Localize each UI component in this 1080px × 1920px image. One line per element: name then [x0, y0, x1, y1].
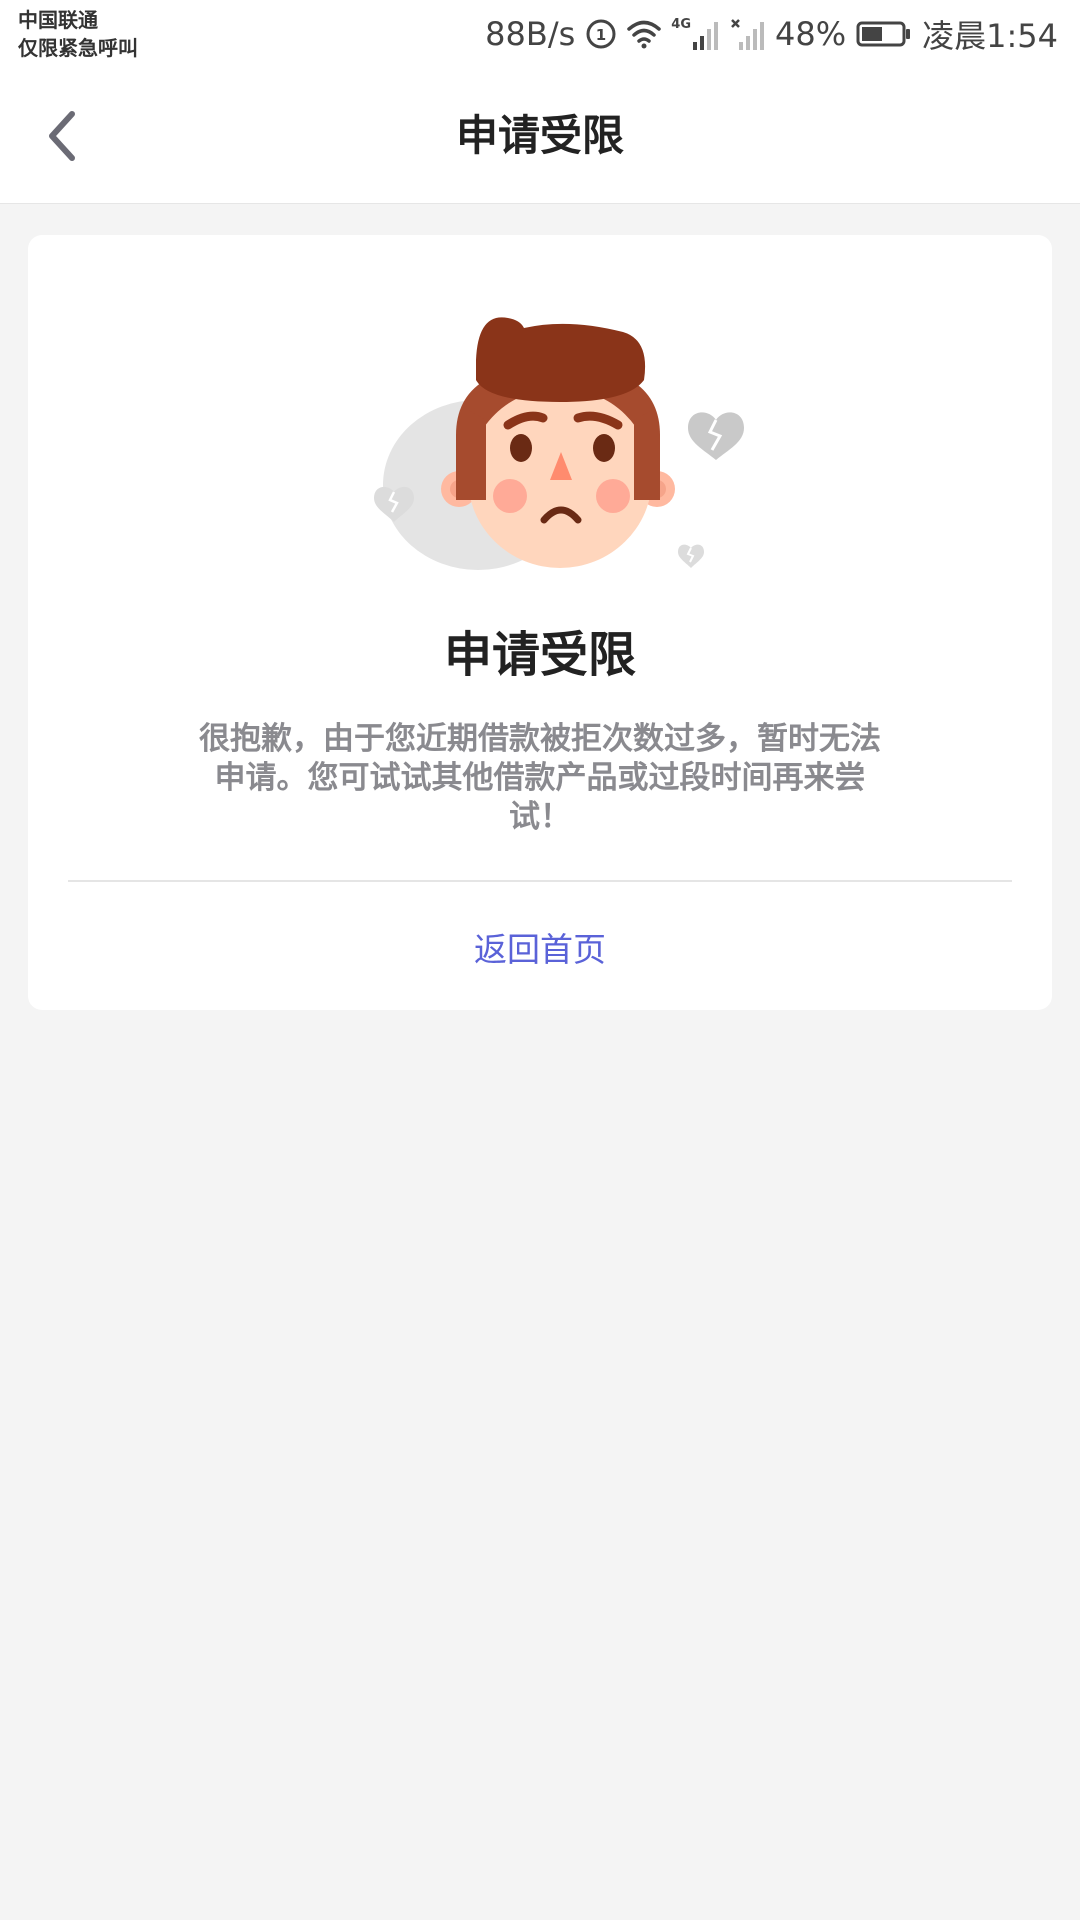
restriction-title: 申请受限 [443, 627, 636, 683]
sad-face-illustration [328, 300, 768, 570]
network-speed: 88B/s [485, 15, 576, 53]
signal-4g-icon: 4G [671, 18, 721, 50]
return-home-link[interactable]: 返回首页 [28, 925, 1052, 975]
status-bar: 中国联通 仅限紧急呼叫 88B/s 1 4G 48% 凌晨1:54 [0, 0, 1080, 70]
status-icons: 88B/s 1 4G 48% 凌晨1:54 [485, 12, 1058, 56]
carrier-info: 中国联通 仅限紧急呼叫 [18, 6, 138, 62]
page-title: 申请受限 [455, 111, 624, 160]
data-saver-icon: 1 [585, 18, 617, 50]
nav-bar: 申请受限 [0, 70, 1080, 204]
battery-icon [856, 20, 912, 48]
wifi-icon [627, 19, 662, 49]
carrier-name: 中国联通 [18, 8, 98, 32]
restriction-message: 很抱歉，由于您近期借款被拒次数过多，暂时无法申请。您可试试其他借款产品或过段时间… [199, 721, 881, 835]
restriction-card: 申请受限 很抱歉，由于您近期借款被拒次数过多，暂时无法申请。您可试试其他借款产品… [28, 235, 1052, 1010]
divider [68, 880, 1012, 882]
battery-percent: 48% [775, 15, 847, 53]
network-type: 4G [671, 17, 691, 32]
signal-no-sim-icon [731, 18, 765, 50]
broken-heart-icon [688, 412, 744, 460]
emergency-only-text: 仅限紧急呼叫 [18, 36, 138, 60]
svg-text:1: 1 [596, 26, 606, 44]
clock: 凌晨1:54 [922, 17, 1058, 55]
broken-heart-icon [678, 544, 704, 568]
